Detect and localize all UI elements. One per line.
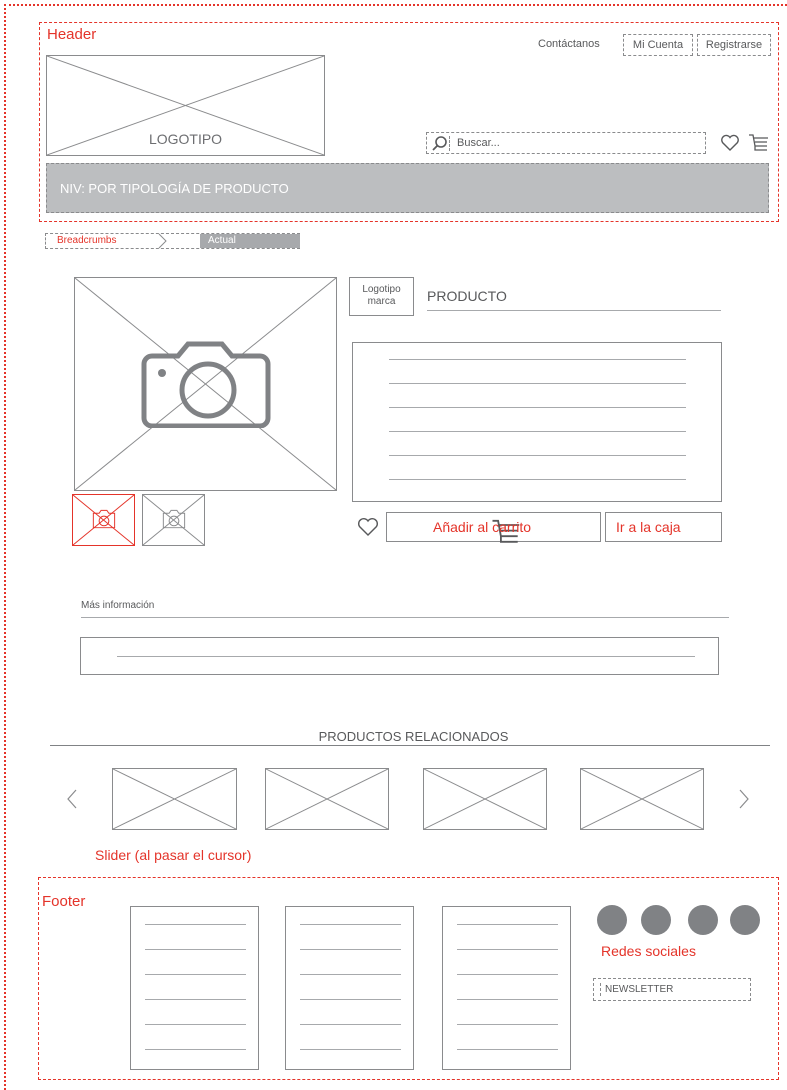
related-product-card[interactable]	[423, 768, 547, 830]
social-icon[interactable]	[688, 905, 718, 935]
thumbnail[interactable]	[142, 494, 205, 546]
thumbnail-active[interactable]	[72, 494, 135, 546]
search-placeholder: Buscar...	[457, 137, 500, 149]
more-info-panel	[80, 637, 719, 675]
logo-placeholder[interactable]: LOGOTIPO	[46, 55, 325, 156]
product-main-image[interactable]	[74, 277, 337, 491]
brand-logo: Logotipo marca	[349, 277, 414, 316]
footer-column	[130, 906, 259, 1070]
register-button[interactable]: Registrarse	[697, 34, 771, 56]
camera-icon	[141, 341, 271, 428]
breadcrumb-current-label: Actual	[208, 235, 236, 246]
more-info-divider	[81, 617, 729, 618]
slider-note: Slider (al pasar el cursor)	[95, 847, 252, 863]
image-placeholder-icon	[143, 495, 204, 545]
heart-icon[interactable]	[720, 134, 740, 152]
newsletter-input[interactable]: NEWSLETTER	[593, 978, 751, 1001]
image-placeholder-icon	[113, 769, 236, 829]
breadcrumb-current: Actual	[200, 234, 300, 248]
product-title: PRODUCTO	[427, 288, 507, 304]
checkout-button[interactable]: Ir a la caja	[605, 512, 722, 542]
more-info-label[interactable]: Más información	[81, 600, 154, 611]
brand-logo-line1: Logotipo	[362, 284, 401, 295]
header-label: Header	[47, 26, 97, 43]
footer-label: Footer	[42, 893, 86, 910]
my-account-label: Mi Cuenta	[632, 39, 684, 51]
related-products-title: PRODUCTOS RELACIONADOS	[318, 729, 509, 744]
add-to-cart-label: Añadir al carrito	[433, 519, 532, 535]
wishlist-heart-icon[interactable]	[357, 517, 379, 537]
image-placeholder-icon	[424, 769, 546, 829]
add-to-cart-button[interactable]: Añadir al carrito	[386, 512, 601, 543]
related-product-card[interactable]	[265, 768, 389, 830]
search-icon	[432, 136, 447, 151]
breadcrumb-link[interactable]: Breadcrumbs	[57, 235, 116, 246]
social-icon[interactable]	[597, 905, 627, 935]
product-description-box	[352, 342, 722, 502]
chevron-right-icon[interactable]	[737, 788, 751, 810]
logo-label: LOGOTIPO	[148, 131, 223, 147]
image-placeholder-icon	[581, 769, 703, 829]
related-divider	[50, 745, 770, 746]
image-placeholder-icon	[266, 769, 388, 829]
search-input[interactable]: Buscar...	[426, 132, 706, 154]
contact-link[interactable]: Contáctanos	[538, 38, 600, 50]
related-product-card[interactable]	[112, 768, 237, 830]
social-icon[interactable]	[641, 905, 671, 935]
social-label: Redes sociales	[601, 943, 696, 959]
breadcrumb-chevron-icon	[158, 233, 167, 249]
my-account-button[interactable]: Mi Cuenta	[623, 34, 693, 56]
register-label: Registrarse	[705, 39, 763, 51]
footer-column	[442, 906, 571, 1070]
cart-icon[interactable]	[748, 133, 770, 153]
title-underline	[427, 310, 721, 311]
category-nav-bar[interactable]: NIV: POR TIPOLOGÍA DE PRODUCTO	[46, 163, 769, 213]
category-nav-label: NIV: POR TIPOLOGÍA DE PRODUCTO	[60, 181, 289, 196]
checkout-label: Ir a la caja	[616, 519, 681, 535]
social-icon[interactable]	[730, 905, 760, 935]
image-placeholder-icon	[73, 495, 134, 545]
related-product-card[interactable]	[580, 768, 704, 830]
chevron-left-icon[interactable]	[65, 788, 79, 810]
footer-column	[285, 906, 414, 1070]
newsletter-label: NEWSLETTER	[605, 984, 674, 995]
brand-logo-line2: marca	[367, 296, 396, 307]
